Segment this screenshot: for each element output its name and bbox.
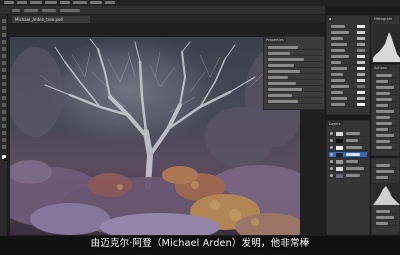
move-tool-icon[interactable] [2,19,6,23]
tool-preset-picker[interactable] [12,9,20,12]
gradient-tool-icon[interactable] [2,96,6,100]
photo-artwork [10,37,300,235]
eye-icon[interactable] [330,146,333,149]
properties-panel: Properties [263,36,325,110]
eye-icon[interactable] [330,139,333,142]
history-brush-tool-icon[interactable] [2,82,6,86]
eye-icon[interactable] [330,153,333,156]
option-control[interactable] [42,9,56,12]
lasso-tool-icon[interactable] [2,33,6,37]
menu-item-edit[interactable] [17,1,27,4]
eye-icon[interactable] [330,132,333,135]
eye-icon[interactable] [330,174,333,177]
menu-item-layer[interactable] [45,1,57,4]
histogram-panel: Histogram [371,15,400,63]
option-control[interactable] [60,9,80,12]
tab-adjustments[interactable]: ▪ [327,16,334,22]
actions-panel: Actions [371,64,400,156]
dodge-tool-icon[interactable] [2,103,6,107]
menu-item-view[interactable] [105,1,115,4]
layers-panel: Layers [326,120,370,235]
hand-tool-icon[interactable] [2,138,6,142]
navigator-panel [371,158,400,235]
clone-stamp-tool-icon[interactable] [2,75,6,79]
menu-item-type[interactable] [60,1,70,4]
eye-icon[interactable] [330,160,333,163]
crop-tool-icon[interactable] [2,47,6,51]
menu-item-filter[interactable] [90,1,102,4]
adjustments-panel: ▪ [326,15,370,115]
tab-histogram[interactable]: Histogram [372,16,395,22]
document-tab[interactable]: Michael_Arden_tree.psd [12,16,90,23]
tab-layers[interactable]: Layers [327,121,343,127]
histogram-graph [373,24,400,62]
path-select-tool-icon[interactable] [2,124,6,128]
option-control[interactable] [24,9,38,12]
document-tab-strip: Michael_Arden_tree.psd [8,15,325,23]
menu-item-select[interactable] [73,1,87,4]
eyedropper-tool-icon[interactable] [2,54,6,58]
video-subtitle: 由迈克尔·阿登（Michael Arden）发明，他非常棒 [90,238,310,249]
background-color-swatch[interactable] [4,158,7,161]
shape-tool-icon[interactable] [2,131,6,135]
quick-select-tool-icon[interactable] [2,40,6,44]
healing-brush-tool-icon[interactable] [2,61,6,65]
tab-actions[interactable]: Actions [372,65,389,71]
navigator-preview [373,183,400,205]
pen-tool-icon[interactable] [2,110,6,114]
eraser-tool-icon[interactable] [2,89,6,93]
brush-tool-icon[interactable] [2,68,6,72]
zoom-tool-icon[interactable] [2,145,6,149]
eye-icon[interactable] [330,167,333,170]
menu-item-image[interactable] [30,1,42,4]
canvas-image-tree-landscape[interactable] [10,37,300,235]
type-tool-icon[interactable] [2,117,6,121]
tools-panel [0,15,8,236]
menu-item-file[interactable] [4,1,14,4]
options-bar [0,6,325,15]
tab-properties[interactable]: Properties [264,37,286,43]
marquee-tool-icon[interactable] [2,26,6,30]
